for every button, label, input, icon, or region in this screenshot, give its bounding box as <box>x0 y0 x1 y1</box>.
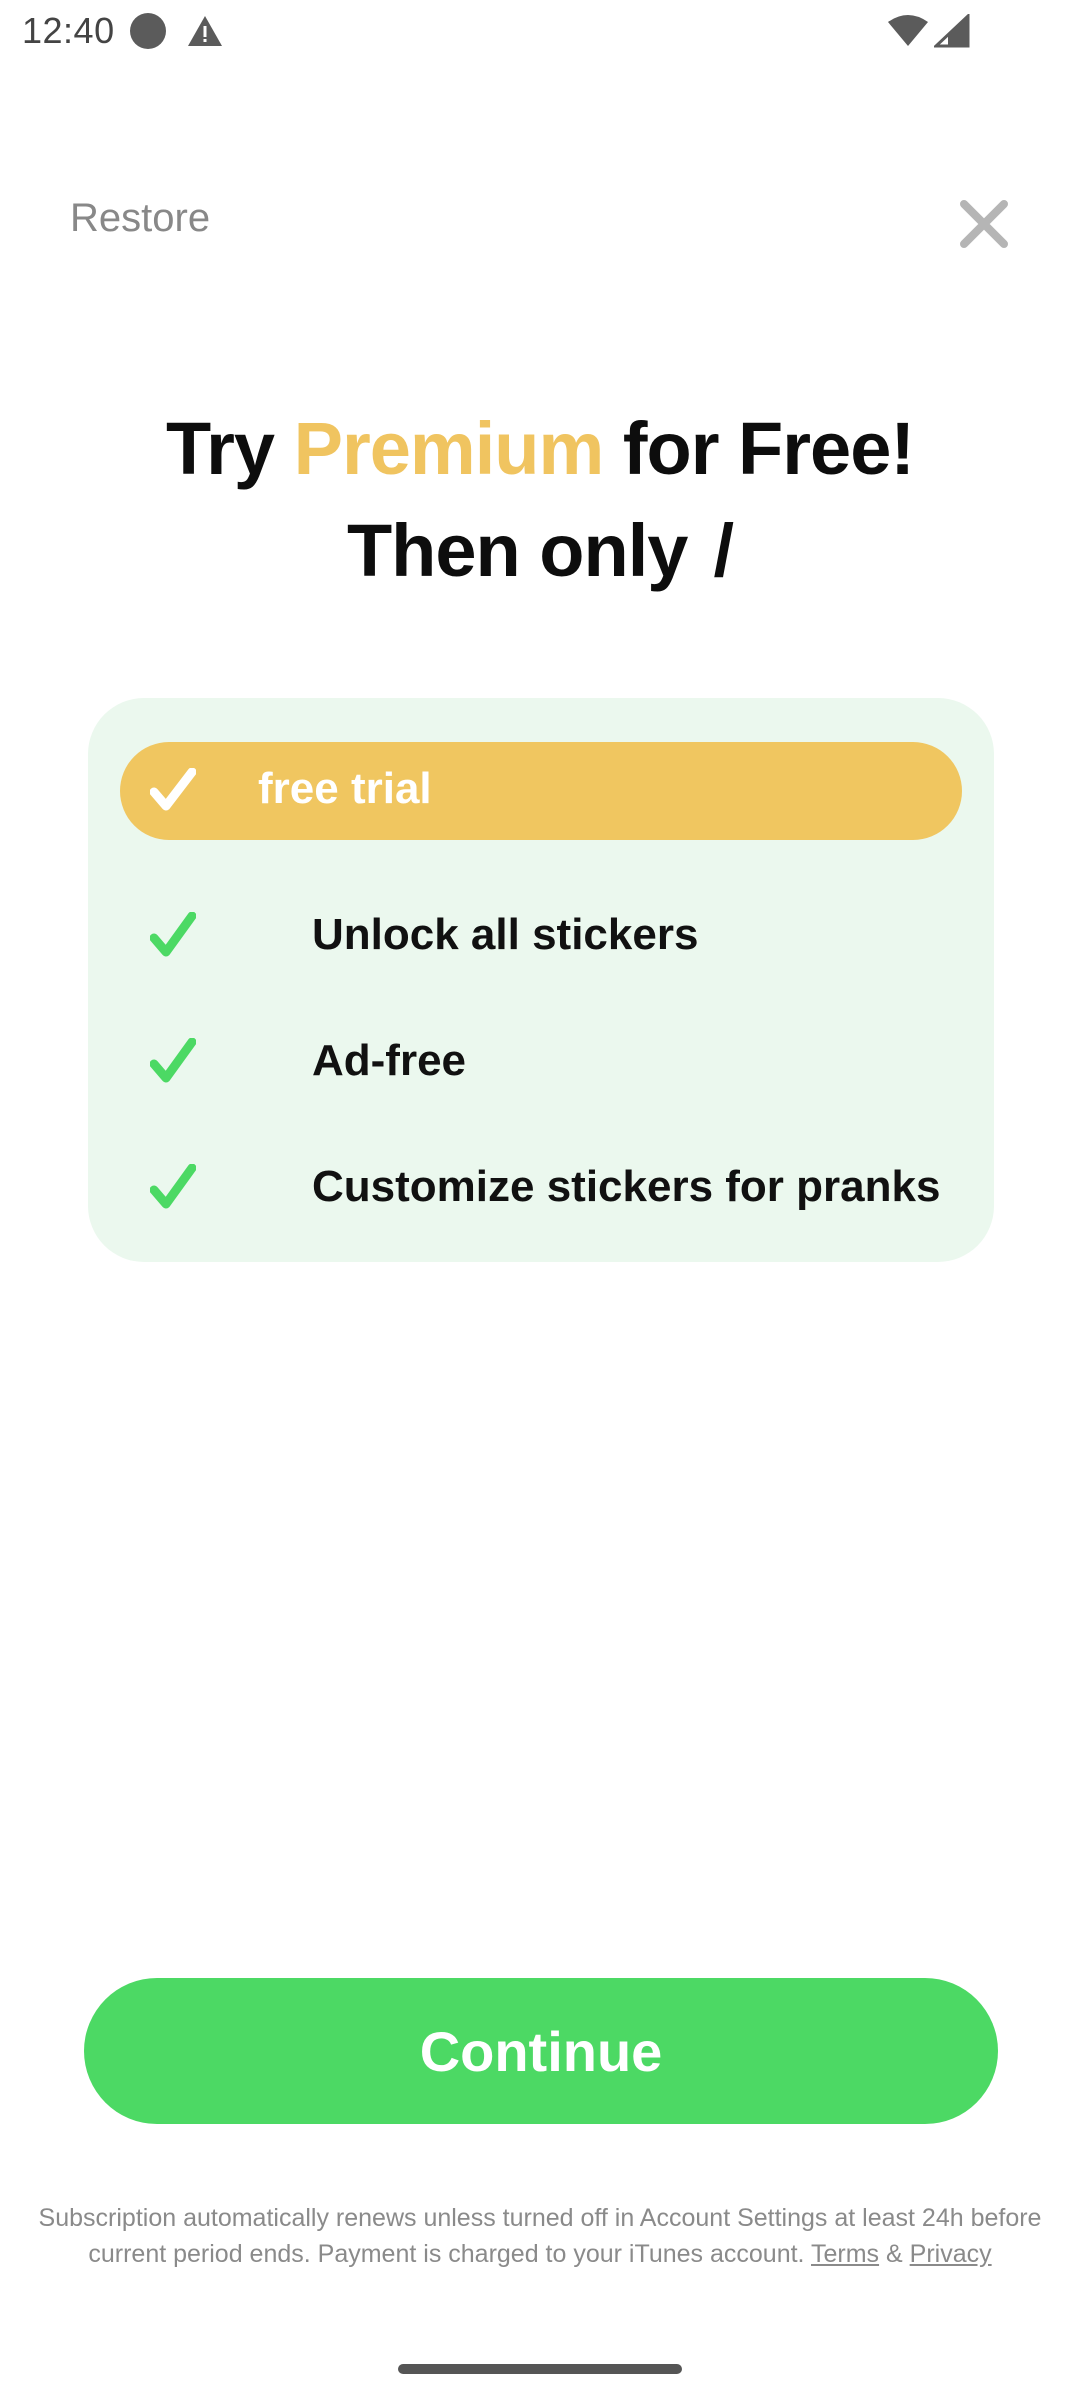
warning-icon <box>188 16 222 46</box>
notification-dot-icon <box>130 13 166 49</box>
headline-price-slash: / <box>713 509 734 592</box>
feature-item-unlock-stickers: Unlock all stickers <box>150 906 970 966</box>
free-trial-label: free trial <box>258 764 432 813</box>
check-icon <box>150 912 196 957</box>
headline-accent: Premium <box>293 407 605 490</box>
home-indicator[interactable] <box>398 2364 682 2374</box>
check-icon <box>150 1164 196 1209</box>
feature-label: Ad-free <box>312 1036 467 1085</box>
close-icon[interactable] <box>956 196 1012 252</box>
signal-icon <box>934 14 970 48</box>
feature-label: Customize stickers for pranks <box>312 1162 941 1211</box>
check-icon <box>150 1038 196 1083</box>
check-icon <box>150 768 196 811</box>
headline-then-only: Then only <box>346 509 688 592</box>
restore-button[interactable]: Restore <box>70 196 210 241</box>
legal-text-line2: current period ends. Payment is charged … <box>88 2240 805 2268</box>
feature-item-customize-stickers: Customize stickers for pranks <box>150 1158 970 1218</box>
headline: Try Premium for Free! Then only / <box>0 398 1080 602</box>
status-time: 12:40 <box>22 10 115 51</box>
legal-ampersand: & <box>886 2240 903 2268</box>
headline-prefix: Try <box>165 407 294 490</box>
feature-item-ad-free: Ad-free <box>150 1032 970 1092</box>
paywall-screen: 12:40 Restore Try Premium for Free! Then… <box>0 0 1080 2400</box>
continue-button[interactable]: Continue <box>84 1978 998 2124</box>
feature-card: free trial Unlock all stickers Ad-free C… <box>88 698 994 1262</box>
free-trial-pill: free trial <box>120 742 962 840</box>
terms-link[interactable]: Terms <box>811 2240 879 2268</box>
headline-price-line: Then only / <box>0 500 1080 602</box>
legal-text-line1: Subscription automatically renews unless… <box>38 2204 1042 2232</box>
wifi-icon <box>888 15 928 46</box>
status-bar: 12:40 <box>0 0 1080 64</box>
legal-disclaimer: Subscription automatically renews unless… <box>30 2200 1050 2272</box>
feature-label: Unlock all stickers <box>312 910 699 959</box>
privacy-link[interactable]: Privacy <box>910 2240 992 2268</box>
headline-suffix: for Free! <box>603 407 915 490</box>
